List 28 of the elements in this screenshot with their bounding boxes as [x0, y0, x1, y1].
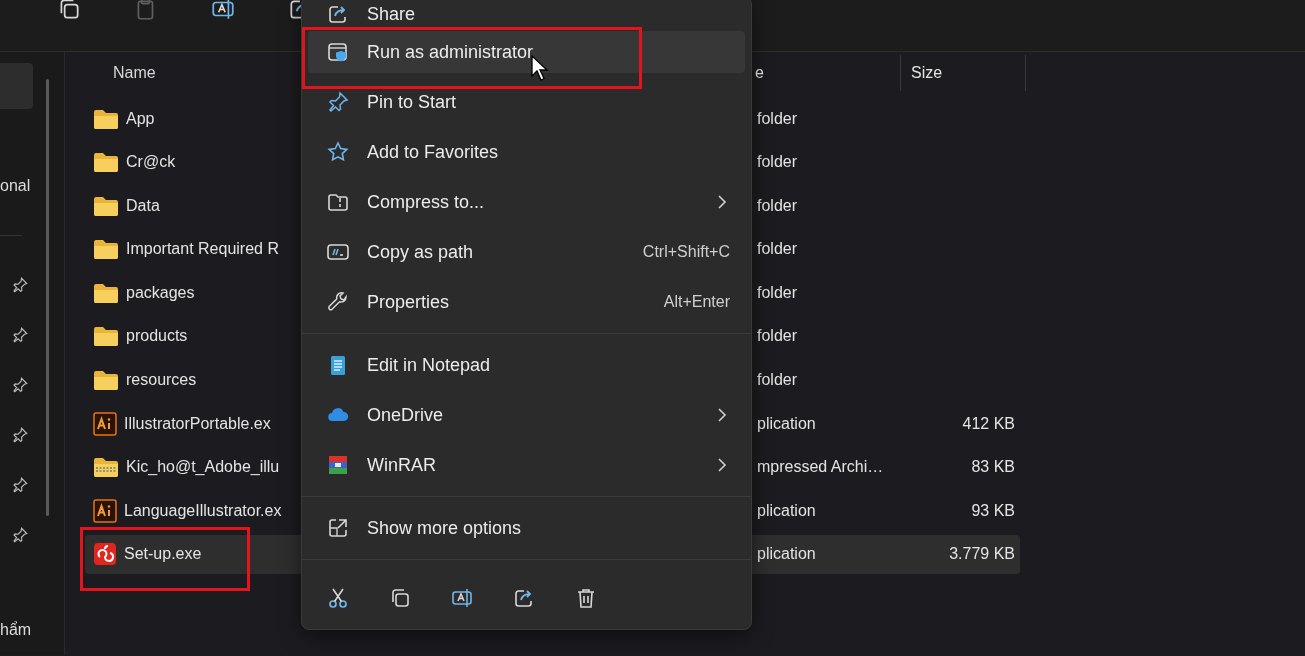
- file-name: products: [126, 327, 188, 346]
- file-type: folder: [757, 283, 799, 302]
- file-size: 412 KB: [962, 414, 1015, 432]
- file-name: resources: [126, 371, 197, 390]
- file-name: IllustratorPortable.ex: [124, 414, 271, 433]
- file-name: Cr@ck: [126, 153, 176, 172]
- file-name: Important Required R: [126, 240, 279, 259]
- file-name: Kic_ho@t_Adobe_illu: [126, 458, 280, 477]
- file-type: folder: [757, 109, 799, 128]
- file-type: plication: [757, 414, 817, 433]
- file-type: plication: [757, 545, 817, 564]
- file-size: 3.779 KB: [949, 545, 1015, 563]
- file-type: plication: [757, 501, 817, 520]
- file-type: folder: [757, 153, 799, 172]
- file-name: App: [126, 109, 155, 128]
- file-type: folder: [757, 196, 799, 215]
- shortcut-label: Ctrl+Shift+C: [642, 243, 730, 261]
- file-name: packages: [126, 283, 195, 302]
- file-name: LanguageIllustrator.ex: [124, 501, 282, 520]
- file-size: 83 KB: [971, 458, 1015, 476]
- file-size: 93 KB: [971, 501, 1015, 519]
- file-type: mpressed Archi…: [757, 458, 885, 477]
- file-type: folder: [757, 240, 799, 259]
- file-type: folder: [757, 327, 799, 346]
- file-name: Data: [126, 196, 160, 215]
- file-type: folder: [757, 371, 799, 390]
- file-name: Set-up.exe: [124, 545, 202, 564]
- shortcut-label: Alt+Enter: [663, 293, 730, 311]
